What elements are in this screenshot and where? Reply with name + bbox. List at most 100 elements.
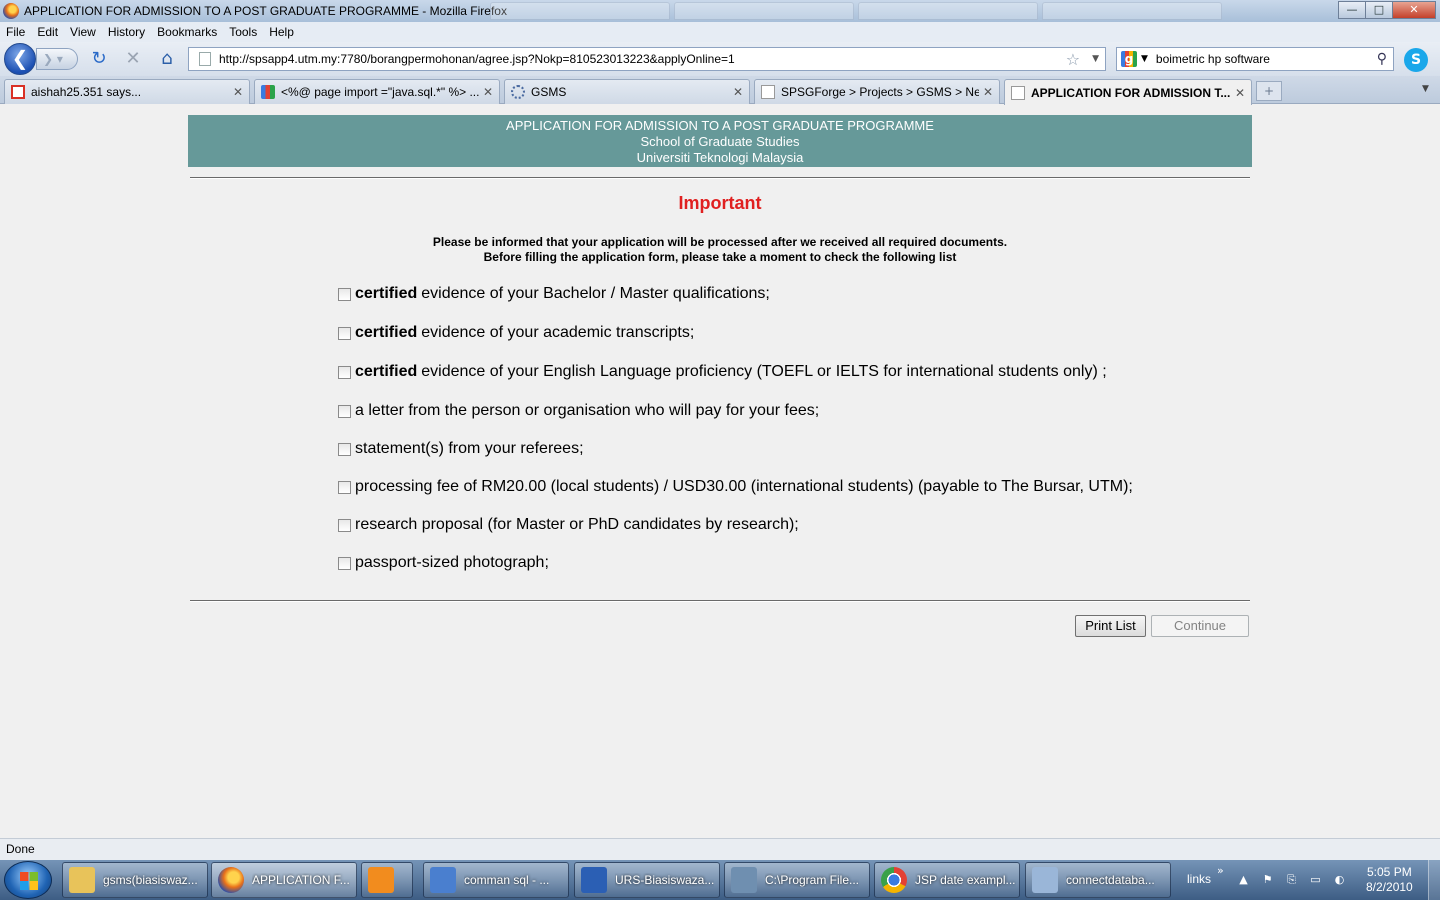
taskbar-item-label: connectdataba... <box>1066 873 1155 887</box>
url-input[interactable]: http://spsapp4.utm.my:7780/borangpermoho… <box>219 52 1066 66</box>
url-history-dropdown[interactable]: ▼ <box>1092 54 1099 64</box>
menu-bookmarks[interactable]: Bookmarks <box>157 25 217 39</box>
taskbar-item-folder[interactable]: gsms(biasiswaz... <box>62 862 208 898</box>
tab-gsms[interactable]: GSMS ✕ <box>504 79 750 104</box>
menu-view[interactable]: View <box>70 25 96 39</box>
checklist-checkbox[interactable] <box>338 442 351 456</box>
checklist-item: certified evidence of your Bachelor / Ma… <box>338 285 770 303</box>
continue-button[interactable]: Continue <box>1151 615 1249 637</box>
menu-help[interactable]: Help <box>269 25 294 39</box>
search-bar[interactable]: g ▼ boimetric hp software ⚲ <box>1116 47 1394 71</box>
taskbar-item-word[interactable]: URS-Biasiswaza... <box>574 862 720 898</box>
reload-button[interactable]: ↻ <box>88 49 110 71</box>
checklist-item: certified evidence of your academic tran… <box>338 324 694 342</box>
links-chevron-icon[interactable]: » <box>1217 864 1224 877</box>
background-windows <box>490 2 1222 20</box>
page-content: APPLICATION FOR ADMISSION TO A POST GRAD… <box>0 105 1440 837</box>
volume-icon[interactable]: ◐ <box>1333 874 1346 886</box>
taskbar-item-connectdatabase[interactable]: connectdataba... <box>1025 862 1171 898</box>
tab-label: SPSGForge > Projects > GSMS > Ne... <box>781 85 979 99</box>
home-button[interactable]: ⌂ <box>156 49 178 71</box>
taskbar-item-sql[interactable]: comman sql - ... <box>423 862 569 898</box>
navigation-toolbar: ❮ ❯ ▾ ↻ ✕ ⌂ http://spsapp4.utm.my:7780/b… <box>0 42 1440 76</box>
checklist-item-bold: certified <box>355 324 418 341</box>
show-hidden-icons-icon[interactable]: ▲ <box>1237 874 1250 886</box>
document-icon <box>430 867 456 893</box>
bookmark-star-icon[interactable]: ☆ <box>1066 50 1080 69</box>
menu-edit[interactable]: Edit <box>37 25 58 39</box>
important-heading: Important <box>678 193 762 213</box>
windows-logo-icon <box>20 872 38 890</box>
tab-spsgforge[interactable]: SPSGForge > Projects > GSMS > Ne... ✕ <box>754 79 1000 104</box>
close-tab-icon[interactable]: ✕ <box>733 85 743 99</box>
gmail-icon <box>11 85 25 99</box>
checklist-item-label: statement(s) from your referees; <box>355 440 584 457</box>
checklist-checkbox[interactable] <box>338 365 351 379</box>
chrome-icon <box>881 867 907 893</box>
show-desktop-button[interactable] <box>1428 860 1440 900</box>
checklist-item: passport-sized photograph; <box>338 554 549 572</box>
links-toolbar[interactable]: links <box>1187 872 1211 886</box>
url-bar[interactable]: http://spsapp4.utm.my:7780/borangpermoho… <box>188 47 1106 71</box>
checklist-checkbox[interactable] <box>338 518 351 532</box>
window-titlebar[interactable]: APPLICATION FOR ADMISSION TO A POST GRAD… <box>0 0 1440 22</box>
search-input[interactable]: boimetric hp software <box>1156 52 1377 66</box>
action-center-flag-icon[interactable]: ⚑ <box>1261 874 1274 886</box>
taskbar-item-chrome[interactable]: JSP date exampl... <box>874 862 1020 898</box>
maximize-button[interactable]: □ <box>1365 1 1393 19</box>
checklist-checkbox[interactable] <box>338 287 351 301</box>
close-tab-icon[interactable]: ✕ <box>233 85 243 99</box>
close-tab-icon[interactable]: ✕ <box>483 85 493 99</box>
minimize-button[interactable]: — <box>1338 1 1366 19</box>
tab-application[interactable]: APPLICATION FOR ADMISSION T... ✕ <box>1004 79 1252 105</box>
close-tab-icon[interactable]: ✕ <box>983 85 993 99</box>
taskbar-item-label: comman sql - ... <box>464 873 550 887</box>
google-icon[interactable]: g <box>1121 51 1137 67</box>
start-button[interactable] <box>4 861 52 899</box>
checklist-item-label: passport-sized photograph; <box>355 554 549 571</box>
close-window-button[interactable]: ✕ <box>1392 1 1436 19</box>
taskbar-item-firefox[interactable]: APPLICATION F... <box>211 862 357 898</box>
tab-jsp-import[interactable]: <%@ page import ="java.sql.*" %> ... ✕ <box>254 79 500 104</box>
info-line-2: Before filling the application form, ple… <box>483 250 957 264</box>
divider-top <box>190 177 1250 179</box>
window-title: APPLICATION FOR ADMISSION TO A POST GRAD… <box>24 4 507 18</box>
new-tab-button[interactable]: + <box>1256 81 1282 101</box>
tab-gmail[interactable]: aishah25.351 says... ✕ <box>4 79 250 104</box>
print-list-button[interactable]: Print List <box>1075 615 1146 637</box>
info-line-1: Please be informed that your application… <box>432 235 1008 249</box>
system-clock[interactable]: 5:05 PM 8/2/2010 <box>1366 865 1413 895</box>
forward-button[interactable]: ❯ ▾ <box>36 48 78 70</box>
checklist-item-label: evidence of your Bachelor / Master quali… <box>421 285 770 302</box>
checklist-item-label: evidence of your English Language profic… <box>421 363 1107 380</box>
taskbar-item-label: APPLICATION F... <box>252 873 350 887</box>
back-button[interactable]: ❮ <box>4 43 36 75</box>
menu-tools[interactable]: Tools <box>229 25 257 39</box>
network-icon[interactable]: ▭ <box>1309 874 1322 886</box>
checklist-checkbox[interactable] <box>338 404 351 418</box>
checklist-checkbox[interactable] <box>338 326 351 340</box>
device-icon[interactable]: ⎘ <box>1285 874 1298 886</box>
checklist-item-label: processing fee of RM20.00 (local student… <box>355 478 1133 495</box>
close-tab-icon[interactable]: ✕ <box>1235 86 1245 100</box>
search-engine-dropdown[interactable]: ▼ <box>1141 54 1148 64</box>
stop-button[interactable]: ✕ <box>122 49 144 71</box>
tab-list-button[interactable]: ▼ <box>1422 84 1436 98</box>
taskbar-item-label: C:\Program File... <box>765 873 860 887</box>
google-icon <box>261 85 275 99</box>
search-icon[interactable]: ⚲ <box>1377 51 1387 67</box>
checklist-item: processing fee of RM20.00 (local student… <box>338 478 1133 496</box>
skype-icon[interactable]: S <box>1404 48 1428 72</box>
checklist-item-bold: certified <box>355 285 418 302</box>
taskbar-item-console[interactable]: C:\Program File... <box>724 862 870 898</box>
tab-label: <%@ page import ="java.sql.*" %> ... <box>281 85 479 99</box>
taskbar-item-media-player[interactable] <box>361 862 413 898</box>
checklist-checkbox[interactable] <box>338 556 351 570</box>
checklist-item: certified evidence of your English Langu… <box>338 363 1107 381</box>
status-bar: Done <box>0 838 1440 860</box>
menu-history[interactable]: History <box>108 25 145 39</box>
clock-time: 5:05 PM <box>1367 865 1412 879</box>
header-university: Universiti Teknologi Malaysia <box>636 150 804 165</box>
checklist-checkbox[interactable] <box>338 480 351 494</box>
menu-file[interactable]: File <box>6 25 25 39</box>
